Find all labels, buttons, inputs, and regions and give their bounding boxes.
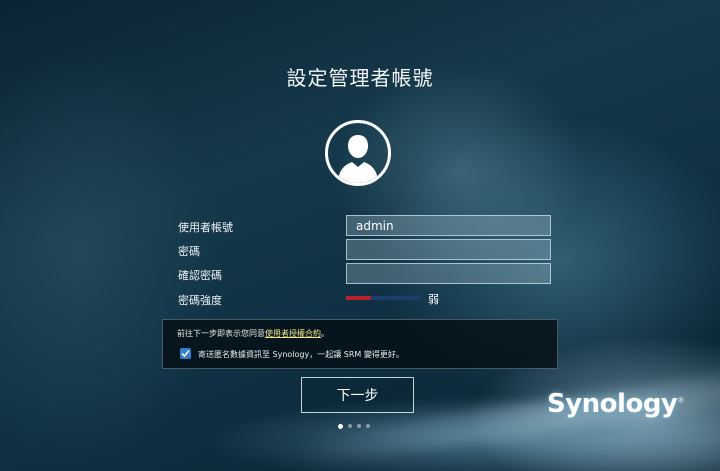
password-strength-meter bbox=[346, 296, 421, 300]
license-agreement-text: 前往下一步即表示您同意使用者授權合約。 bbox=[177, 328, 329, 339]
checkmark-icon bbox=[181, 349, 190, 358]
step-dot-4 bbox=[366, 424, 370, 428]
logo-text: Synology bbox=[547, 389, 678, 419]
user-avatar-icon bbox=[325, 120, 391, 186]
anonymous-data-label: 寄送匿名數據資訊至 Synology，一起讓 SRM 變得更好。 bbox=[198, 350, 404, 359]
password-strength-label: 密碼強度 bbox=[178, 294, 222, 307]
license-notice-panel: 前往下一步即表示您同意使用者授權合約。 寄送匿名數據資訊至 Synology，一… bbox=[162, 319, 558, 369]
step-dot-2 bbox=[348, 424, 352, 428]
confirm-password-input[interactable] bbox=[346, 263, 551, 284]
step-dot-3 bbox=[357, 424, 361, 428]
username-input[interactable] bbox=[346, 215, 551, 236]
anonymous-data-checkbox[interactable] bbox=[180, 348, 191, 359]
license-agreement-link[interactable]: 使用者授權合約 bbox=[265, 329, 321, 338]
agreement-prefix: 前往下一步即表示您同意 bbox=[177, 329, 265, 338]
strength-segment-1 bbox=[346, 296, 371, 300]
password-strength-value: 弱 bbox=[428, 293, 439, 306]
password-label: 密碼 bbox=[178, 245, 200, 258]
confirm-password-label: 確認密碼 bbox=[178, 269, 222, 282]
password-input[interactable] bbox=[346, 239, 551, 260]
step-dot-1 bbox=[338, 423, 343, 429]
next-button[interactable]: 下一步 bbox=[301, 377, 414, 413]
page-title: 設定管理者帳號 bbox=[286, 66, 434, 90]
synology-logo: Synology® bbox=[547, 389, 684, 419]
agreement-suffix: 。 bbox=[321, 329, 329, 338]
logo-trademark: ® bbox=[677, 396, 684, 405]
step-indicator bbox=[338, 423, 370, 429]
strength-segment-2 bbox=[371, 296, 396, 300]
username-label: 使用者帳號 bbox=[178, 221, 233, 234]
strength-segment-3 bbox=[396, 296, 421, 300]
